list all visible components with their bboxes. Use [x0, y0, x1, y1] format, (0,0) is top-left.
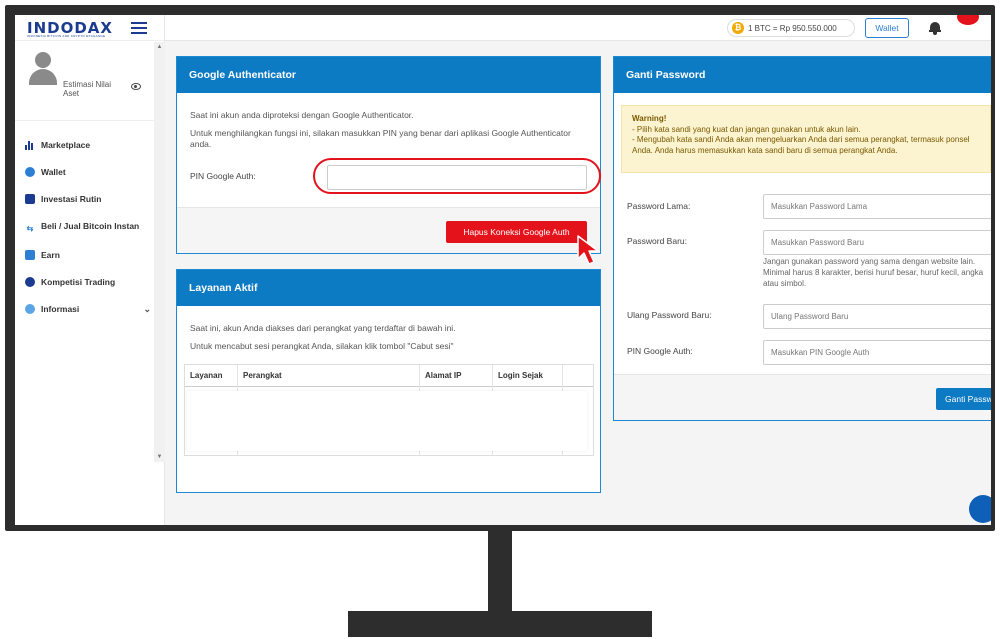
earn-icon [25, 250, 35, 260]
avatar [29, 52, 57, 86]
monitor-stand-neck [488, 531, 512, 611]
sidebar-item-marketplace[interactable]: Marketplace [25, 140, 153, 151]
sidebar-item-earn[interactable]: Earn [25, 250, 153, 261]
new-password-label: Password Baru: [627, 236, 687, 246]
panel-title: Ganti Password [614, 57, 991, 93]
chat-support-icon[interactable] [969, 495, 991, 523]
table-body [187, 391, 587, 451]
old-password-input[interactable]: Masukkan Password Lama [763, 194, 991, 219]
sidebar-item-label: Earn [41, 250, 60, 260]
sidebar-item-beli-jual[interactable]: ⇆ Beli / Jual Bitcoin Instan [25, 221, 153, 234]
sidebar-scrollbar[interactable]: ▲ ▼ [154, 42, 165, 462]
exchange-icon: ⇆ [26, 224, 34, 233]
remove-google-auth-button[interactable]: Hapus Koneksi Google Auth [446, 221, 587, 243]
sidebar-menu: Marketplace Wallet Investasi Rutin ⇆ Bel… [25, 140, 153, 331]
btc-price-ticker[interactable]: ₿ 1 BTC = Rp 950.550.000 [727, 19, 855, 37]
panel-footer: Hapus Koneksi Google Auth [177, 207, 600, 253]
bell-icon[interactable] [929, 21, 941, 35]
btc-price-text: 1 BTC = Rp 950.550.000 [748, 23, 837, 33]
wallet-button[interactable]: Wallet [865, 18, 909, 38]
sidebar-item-kompetisi-trading[interactable]: Kompetisi Trading [25, 277, 153, 288]
repeat-password-label: Ulang Password Baru: [627, 310, 712, 320]
eye-icon[interactable] [131, 83, 141, 90]
pin-google-auth-label: PIN Google Auth: [627, 346, 693, 356]
sidebar-item-label: Informasi [41, 304, 80, 314]
scroll-down-icon[interactable]: ▼ [154, 454, 165, 460]
pin-google-auth-password-input[interactable]: Masukkan PIN Google Auth [763, 340, 991, 365]
active-services-text: Saat ini, akun Anda diakses dari perangk… [190, 323, 456, 333]
calendar-icon [25, 194, 35, 204]
sidebar-item-label: Investasi Rutin [41, 194, 102, 204]
column-header: Alamat IP [425, 371, 462, 380]
trophy-icon [25, 277, 35, 287]
user-avatar[interactable] [957, 15, 979, 25]
sidebar-item-investasi-rutin[interactable]: Investasi Rutin [25, 194, 153, 205]
pointer-cursor-icon [577, 235, 599, 265]
change-password-panel: Ganti Password Warning! - Pilih kata san… [613, 56, 991, 421]
monitor-frame: INDODAX INDONESIA BITCOIN AND CRYPTO EXC… [5, 5, 995, 531]
monitor-stand-base [348, 611, 652, 637]
active-services-panel: Layanan Aktif Saat ini, akun Anda diakse… [176, 269, 601, 493]
old-password-label: Password Lama: [627, 201, 691, 211]
bitcoin-icon: ₿ [732, 22, 744, 34]
sessions-table: Layanan Perangkat Alamat IP Login Sejak [184, 364, 594, 456]
revoke-session-text: Untuk mencabut sesi perangkat Anda, sila… [190, 341, 454, 351]
sidebar-item-label: Beli / Jual Bitcoin Instan [41, 221, 140, 231]
new-password-input[interactable]: Masukkan Password Baru [763, 230, 991, 255]
screen: INDODAX INDONESIA BITCOIN AND CRYPTO EXC… [15, 15, 991, 525]
sidebar-item-informasi[interactable]: Informasi ⌄ [25, 304, 153, 315]
logo-tagline: INDONESIA BITCOIN AND CRYPTO EXCHANGE [27, 34, 106, 38]
google-auth-status-text: Saat ini akun anda diproteksi dengan Goo… [190, 110, 414, 120]
pin-google-auth-input[interactable] [327, 165, 587, 190]
chevron-down-icon[interactable]: ⌄ [143, 304, 151, 315]
chart-bar-icon [25, 140, 35, 150]
help-line: Jangan gunakan password yang sama dengan… [763, 257, 976, 266]
wallet-icon [25, 167, 35, 177]
warning-line: - Mengubah kata sandi Anda akan mengelua… [632, 135, 970, 155]
repeat-password-input[interactable]: Ulang Password Baru [763, 304, 991, 329]
scroll-up-icon[interactable]: ▲ [154, 44, 165, 50]
panel-title: Google Authenticator [177, 57, 600, 93]
top-header: ₿ 1 BTC = Rp 950.550.000 Wallet [165, 15, 991, 41]
column-header: Layanan [190, 371, 223, 380]
help-line: Minimal harus 8 karakter, berisi huruf b… [763, 268, 984, 288]
hamburger-menu-icon[interactable] [131, 22, 147, 34]
sidebar-item-label: Kompetisi Trading [41, 277, 116, 287]
panel-footer: Ganti Password [614, 374, 991, 420]
sidebar-item-wallet[interactable]: Wallet [25, 167, 153, 178]
sidebar: INDODAX INDONESIA BITCOIN AND CRYPTO EXC… [15, 15, 165, 525]
change-password-button[interactable]: Ganti Password [936, 388, 991, 410]
sidebar-item-label: Marketplace [41, 140, 91, 150]
sidebar-divider [15, 120, 154, 121]
warning-box: Warning! - Pilih kata sandi yang kuat da… [621, 105, 991, 173]
info-icon [25, 304, 35, 314]
sidebar-item-label: Wallet [41, 167, 66, 177]
estimate-label: Estimasi Nilai Aset [63, 80, 112, 98]
password-help-text: Jangan gunakan password yang sama dengan… [763, 256, 991, 289]
profile-card: Estimasi Nilai Aset [25, 50, 143, 112]
panel-title: Layanan Aktif [177, 270, 600, 306]
pin-label: PIN Google Auth: [190, 171, 256, 181]
table-header: Layanan Perangkat Alamat IP Login Sejak [185, 365, 593, 387]
warning-line: - Pilih kata sandi yang kuat dan jangan … [632, 124, 861, 134]
warning-title: Warning! [632, 114, 667, 123]
google-auth-panel: Google Authenticator Saat ini akun anda … [176, 56, 601, 265]
column-header: Perangkat [243, 371, 282, 380]
column-header: Login Sejak [498, 371, 543, 380]
google-auth-instruction-text: Untuk menghilangkan fungsi ini, silakan … [190, 128, 571, 149]
